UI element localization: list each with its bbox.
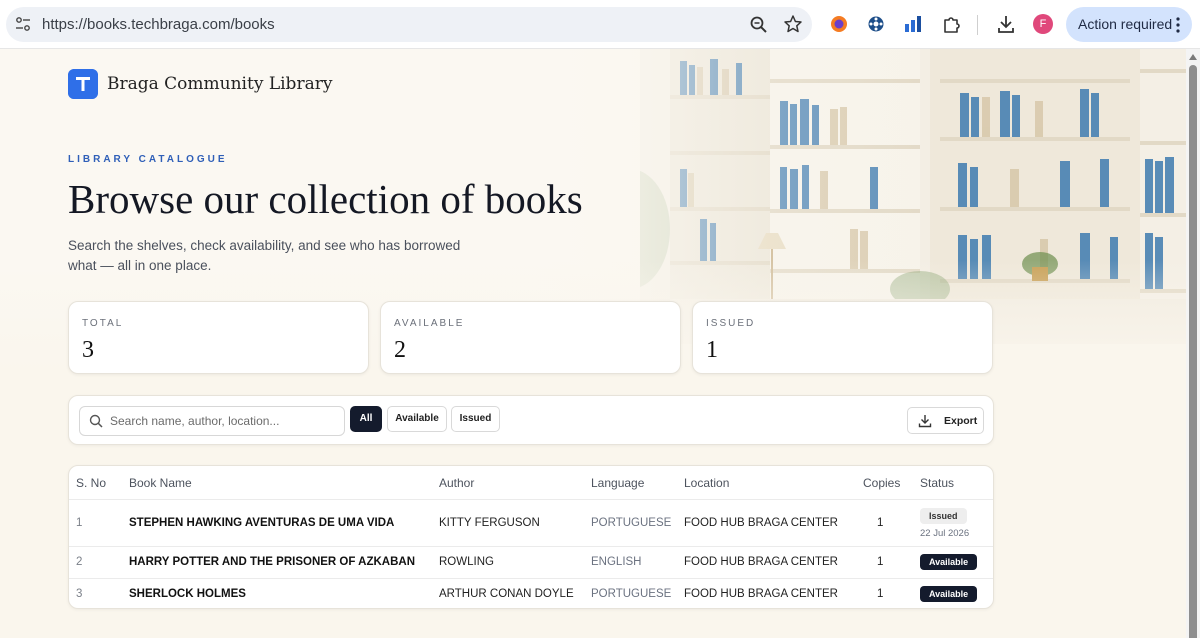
page-title: Browse our collection of books xyxy=(68,176,583,222)
column-header-book-name[interactable]: Book Name xyxy=(129,476,192,490)
browser-toolbar: https://books.techbraga.com/books F Acti… xyxy=(0,0,1200,49)
stat-value: 2 xyxy=(394,337,406,363)
issued-date: 22 Jul 2026 xyxy=(920,528,970,539)
site-settings-icon[interactable] xyxy=(15,16,31,32)
search-input[interactable] xyxy=(110,407,340,435)
export-button[interactable]: Export xyxy=(907,407,984,434)
cell-copies: 1 xyxy=(877,517,884,529)
status-badge: Issued xyxy=(920,508,967,524)
analytics-extension-icon[interactable] xyxy=(903,14,923,34)
filter-all-button[interactable]: All xyxy=(350,406,382,432)
cell-author: ARTHUR CONAN DOYLE xyxy=(439,588,574,600)
zoom-icon[interactable] xyxy=(749,15,769,35)
stat-label: TOTAL xyxy=(82,318,124,329)
cell-author: KITTY FERGUSON xyxy=(439,517,540,529)
search-icon xyxy=(89,414,103,428)
firefox-extension-icon[interactable] xyxy=(829,14,849,34)
more-options-icon[interactable] xyxy=(1176,17,1180,33)
stat-label: ISSUED xyxy=(706,318,756,329)
cell-sno: 1 xyxy=(76,517,83,529)
stat-card-available: AVAILABLE 2 xyxy=(380,301,681,374)
column-header-status[interactable]: Status xyxy=(920,476,954,490)
url-text[interactable]: https://books.techbraga.com/books xyxy=(42,16,275,33)
cell-location: FOOD HUB BRAGA CENTER xyxy=(684,588,838,600)
column-header-language[interactable]: Language xyxy=(591,476,644,490)
table-row[interactable]: 3 SHERLOCK HOLMES ARTHUR CONAN DOYLE POR… xyxy=(69,578,993,608)
table-row[interactable]: 2 HARRY POTTER AND THE PRISONER OF AZKAB… xyxy=(69,546,993,578)
cell-book-name[interactable]: HARRY POTTER AND THE PRISONER OF AZKABAN xyxy=(129,556,415,568)
column-header-copies[interactable]: Copies xyxy=(863,476,900,490)
address-bar[interactable]: https://books.techbraga.com/books xyxy=(6,7,812,42)
bookshelf-background-image xyxy=(640,49,1186,344)
stat-card-total: TOTAL 3 xyxy=(68,301,369,374)
action-required-label: Action required xyxy=(1078,16,1173,32)
status-badge: Available xyxy=(920,554,978,570)
action-required-button[interactable]: Action required xyxy=(1066,7,1192,42)
stat-value: 3 xyxy=(82,337,94,363)
books-table: S. No Book Name Author Language Location… xyxy=(68,465,994,609)
page-scrollbar[interactable] xyxy=(1186,49,1200,638)
profile-avatar[interactable]: F xyxy=(1033,14,1053,34)
cell-book-name[interactable]: STEPHEN HAWKING AVENTURAS DE UMA VIDA xyxy=(129,517,394,529)
cell-copies: 1 xyxy=(877,556,884,568)
hero-subtitle: Search the shelves, check availability, … xyxy=(68,238,461,273)
toolbar-divider xyxy=(977,15,978,35)
cell-language: ENGLISH xyxy=(591,556,642,568)
brand-name[interactable]: Braga Community Library xyxy=(107,74,332,94)
download-icon xyxy=(918,415,932,428)
bookmark-star-icon[interactable] xyxy=(783,14,803,34)
column-header-location[interactable]: Location xyxy=(684,476,729,490)
filter-toolbar: All Available Issued Export xyxy=(68,395,994,445)
stat-label: AVAILABLE xyxy=(394,318,465,329)
table-row[interactable]: 1 STEPHEN HAWKING AVENTURAS DE UMA VIDA … xyxy=(69,499,993,546)
cell-author: ROWLING xyxy=(439,556,494,568)
stat-value: 1 xyxy=(706,337,718,363)
cell-language: PORTUGUESE xyxy=(591,588,672,600)
stat-card-issued: ISSUED 1 xyxy=(692,301,993,374)
scroll-up-arrow-icon[interactable] xyxy=(1189,54,1197,60)
search-box[interactable] xyxy=(79,406,345,436)
column-header-author[interactable]: Author xyxy=(439,476,474,490)
hero-eyebrow: LIBRARY CATALOGUE xyxy=(68,154,228,165)
status-badge: Available xyxy=(920,586,978,602)
download-icon[interactable] xyxy=(996,14,1016,34)
cell-location: FOOD HUB BRAGA CENTER xyxy=(684,517,838,529)
filter-available-button[interactable]: Available xyxy=(387,406,447,432)
network-extension-icon[interactable] xyxy=(866,14,886,34)
cell-book-name[interactable]: SHERLOCK HOLMES xyxy=(129,588,246,600)
export-label: Export xyxy=(944,415,978,427)
column-header-sno[interactable]: S. No xyxy=(76,476,106,490)
cell-language: PORTUGUESE xyxy=(591,517,672,529)
filter-issued-button[interactable]: Issued xyxy=(451,406,500,432)
extensions-puzzle-icon[interactable] xyxy=(941,14,961,34)
cell-sno: 3 xyxy=(76,588,83,600)
cell-location: FOOD HUB BRAGA CENTER xyxy=(684,556,838,568)
library-logo-icon[interactable] xyxy=(68,69,98,99)
cell-copies: 1 xyxy=(877,588,884,600)
cell-sno: 2 xyxy=(76,556,83,568)
scroll-thumb[interactable] xyxy=(1189,65,1197,638)
